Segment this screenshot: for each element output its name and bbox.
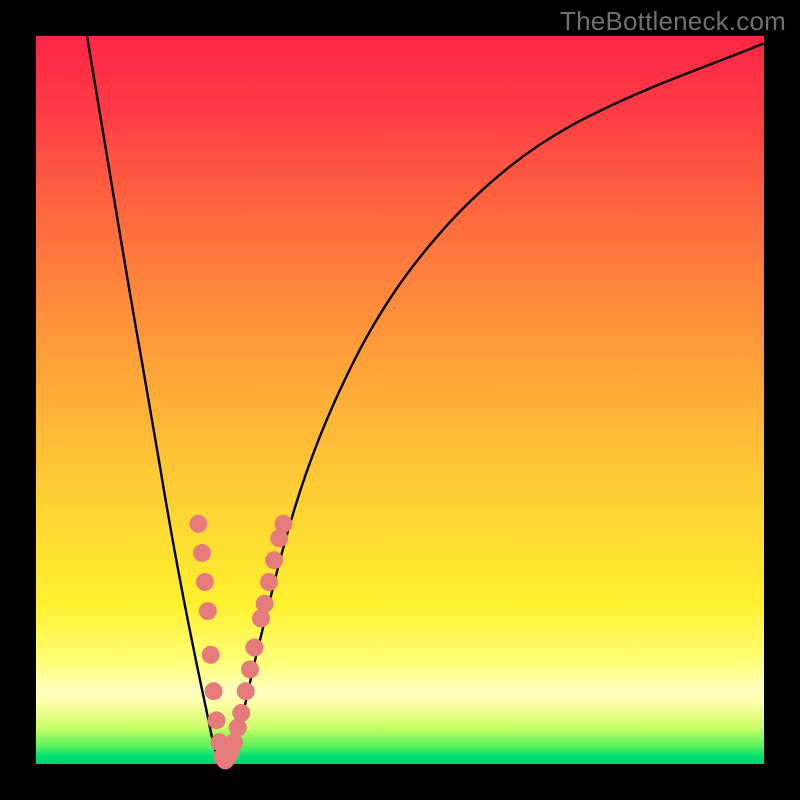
bottleneck-curve	[87, 36, 764, 760]
watermark-text: TheBottleneck.com	[560, 6, 786, 37]
highlight-dot	[260, 573, 278, 591]
highlight-dot	[208, 711, 226, 729]
highlight-dot	[232, 704, 250, 722]
highlight-dot	[275, 515, 293, 533]
highlight-dot	[199, 602, 217, 620]
plot-area	[36, 36, 764, 764]
highlight-dot	[196, 573, 214, 591]
highlight-dot	[241, 660, 259, 678]
highlight-dot	[245, 639, 263, 657]
highlight-dot	[189, 515, 207, 533]
curve-plot	[36, 36, 764, 764]
highlight-dot	[265, 551, 283, 569]
highlight-dot	[256, 595, 274, 613]
highlight-dot	[205, 682, 223, 700]
highlight-dots	[189, 515, 292, 770]
highlight-dot	[237, 682, 255, 700]
highlight-dot	[193, 544, 211, 562]
highlight-dot	[202, 646, 220, 664]
chart-frame: TheBottleneck.com	[0, 0, 800, 800]
